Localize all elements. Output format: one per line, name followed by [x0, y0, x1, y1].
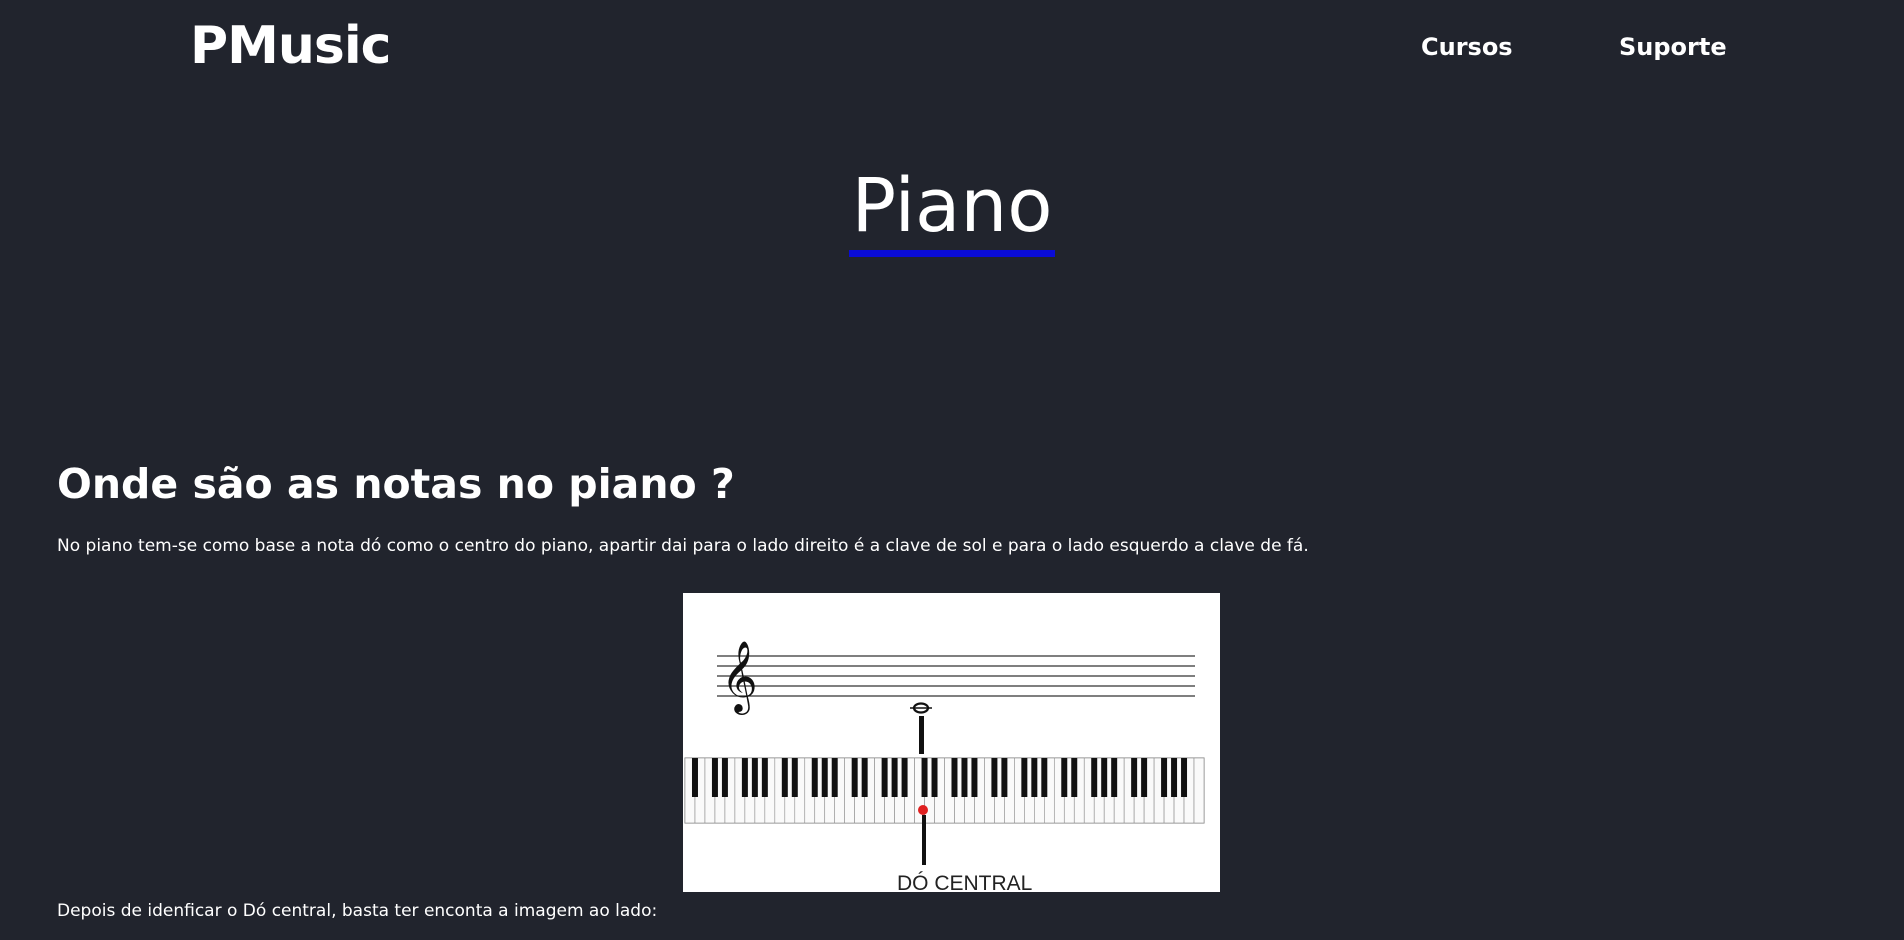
black-key — [961, 758, 968, 797]
black-key — [921, 758, 928, 797]
white-key — [1193, 757, 1205, 824]
black-key — [1101, 758, 1108, 797]
black-key — [1021, 758, 1028, 797]
page-title-wrap: Piano — [0, 162, 1904, 257]
black-key — [1091, 758, 1098, 797]
middle-c-illustration: 𝄞 DÓ CENTRAL — [683, 593, 1220, 892]
page-title: Piano — [849, 162, 1055, 257]
black-key — [931, 758, 938, 797]
black-key — [1111, 758, 1118, 797]
black-key — [1181, 758, 1188, 797]
whole-note-icon — [910, 702, 932, 714]
black-key — [1031, 758, 1038, 797]
nav-link-suporte[interactable]: Suporte — [1619, 30, 1727, 64]
section-heading: Onde são as notas no piano ? — [57, 460, 735, 508]
note-pointer — [919, 716, 924, 754]
black-key — [1061, 758, 1068, 797]
piano-keyboard — [684, 757, 1205, 824]
black-key — [751, 758, 758, 797]
black-key — [721, 758, 728, 797]
black-key — [991, 758, 998, 797]
middle-c-diagram: 𝄞 DÓ CENTRAL — [684, 639, 1205, 892]
intro-paragraph: No piano tem-se como base a nota dó como… — [57, 536, 1309, 556]
black-key — [821, 758, 828, 797]
black-key — [741, 758, 748, 797]
black-key — [881, 758, 888, 797]
black-key — [861, 758, 868, 797]
middle-c-marker — [918, 805, 928, 815]
black-key — [971, 758, 978, 797]
black-key — [1141, 758, 1148, 797]
black-key — [951, 758, 958, 797]
follow-up-paragraph: Depois de idenficar o Dó central, basta … — [57, 901, 658, 921]
brand-logo[interactable]: PMusic — [190, 14, 391, 78]
page: PMusic Cursos Suporte Piano Onde são as … — [0, 0, 1904, 940]
black-key — [1161, 758, 1168, 797]
black-key — [851, 758, 858, 797]
black-key — [1131, 758, 1138, 797]
figure-caption: DÓ CENTRAL — [897, 872, 1032, 892]
black-key — [711, 758, 718, 797]
nav-link-cursos[interactable]: Cursos — [1421, 30, 1513, 64]
black-key — [761, 758, 768, 797]
black-key — [781, 758, 788, 797]
black-key — [831, 758, 838, 797]
black-key — [1071, 758, 1078, 797]
caption-pointer — [922, 815, 926, 865]
black-key — [1001, 758, 1008, 797]
treble-clef-icon: 𝄞 — [721, 639, 758, 715]
music-staff — [717, 655, 1195, 697]
black-key — [691, 758, 698, 797]
black-key — [811, 758, 818, 797]
black-key — [791, 758, 798, 797]
black-key — [1041, 758, 1048, 797]
black-key — [891, 758, 898, 797]
black-key — [1171, 758, 1178, 797]
black-key — [901, 758, 908, 797]
